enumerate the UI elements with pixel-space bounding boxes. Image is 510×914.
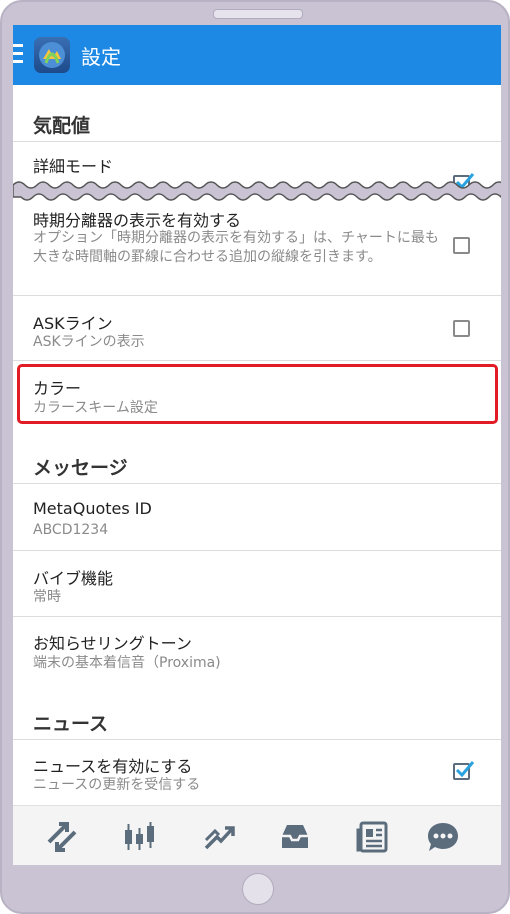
ask-line-checkbox[interactable] bbox=[453, 320, 470, 337]
app-logo-icon bbox=[34, 37, 70, 73]
chart-candles-icon[interactable] bbox=[123, 820, 157, 854]
divider bbox=[13, 295, 501, 296]
chat-icon[interactable] bbox=[426, 820, 460, 854]
highlight-box bbox=[17, 364, 498, 424]
bottom-navigation bbox=[13, 805, 501, 865]
period-separator-desc: オプション「時期分離器の表示を有効する」は、チャートに最も大きな時間軸の罫線に合… bbox=[33, 230, 439, 265]
divider bbox=[13, 739, 501, 740]
news-icon[interactable] bbox=[356, 820, 390, 854]
section-title-news: ニュース bbox=[33, 713, 109, 735]
ringtone-value: 端末の基本着信音（Proxima) bbox=[33, 655, 221, 671]
inbox-icon[interactable] bbox=[278, 820, 312, 854]
trade-icon[interactable] bbox=[203, 820, 237, 854]
news-enable-title[interactable]: ニュースを有効にする bbox=[33, 753, 192, 777]
vibration-title[interactable]: バイブ機能 bbox=[33, 565, 113, 589]
page-title: 設定 bbox=[81, 45, 121, 69]
speaker-grille bbox=[213, 9, 303, 19]
app-bar: 設定 bbox=[13, 25, 501, 85]
section-title-messages: メッセージ bbox=[33, 457, 128, 479]
ask-line-desc: ASKラインの表示 bbox=[33, 334, 145, 350]
screen: 設定 気配値 詳細モード 時期分離器の表示を有効する オプション「時期分離器の表… bbox=[13, 25, 501, 865]
torn-edge bbox=[13, 181, 501, 201]
ringtone-title[interactable]: お知らせリングトーン bbox=[33, 630, 192, 654]
phone-frame: 設定 気配値 詳細モード 時期分離器の表示を有効する オプション「時期分離器の表… bbox=[0, 0, 510, 914]
period-separator-title[interactable]: 時期分離器の表示を有効する bbox=[33, 207, 241, 231]
quotes-arrows-icon[interactable] bbox=[45, 820, 79, 854]
metaquotes-id-value: ABCD1234 bbox=[33, 522, 109, 538]
divider bbox=[13, 616, 501, 617]
metaquotes-id-title[interactable]: MetaQuotes ID bbox=[33, 499, 152, 518]
period-separator-checkbox[interactable] bbox=[453, 237, 470, 254]
news-enable-checkbox[interactable] bbox=[453, 761, 475, 780]
ask-line-title[interactable]: ASKライン bbox=[33, 310, 113, 334]
section-title-quotes: 気配値 bbox=[33, 115, 91, 137]
detail-mode-title[interactable]: 詳細モード bbox=[33, 153, 113, 177]
divider bbox=[13, 360, 501, 361]
home-button[interactable] bbox=[242, 873, 274, 905]
news-enable-desc: ニュースの更新を受信する bbox=[33, 777, 201, 793]
divider bbox=[13, 550, 501, 551]
divider bbox=[13, 141, 501, 142]
divider bbox=[13, 483, 501, 484]
vibration-value: 常時 bbox=[33, 589, 61, 605]
menu-icon[interactable] bbox=[13, 44, 25, 68]
